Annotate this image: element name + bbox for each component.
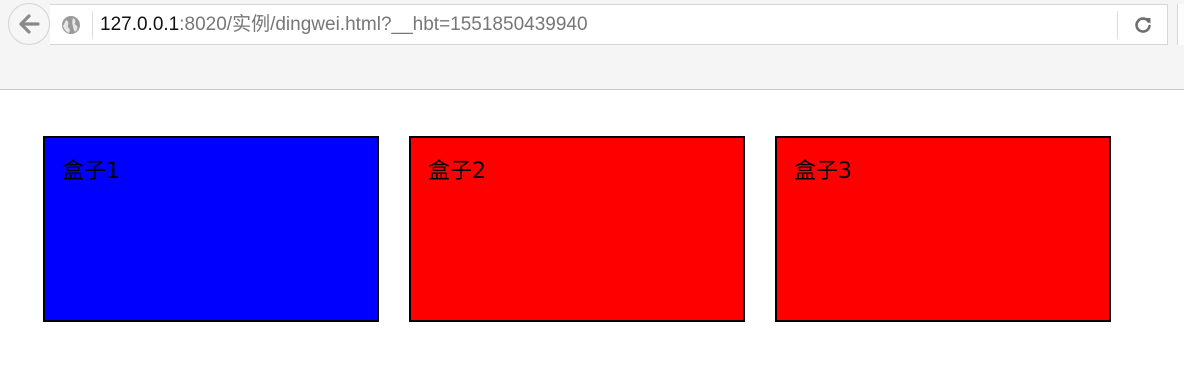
url-text[interactable]: 127.0.0.1:8020/实例/dingwei.html?__hbt=155… [100,13,588,37]
page-content: 盒子1 盒子2 盒子3 [0,90,1184,383]
url-path: :8020/实例/dingwei.html?__hbt=155185043994… [179,14,588,35]
back-button[interactable] [8,3,50,45]
browser-toolbar: 127.0.0.1:8020/实例/dingwei.html?__hbt=155… [0,0,1184,90]
address-bar[interactable]: 127.0.0.1:8020/实例/dingwei.html?__hbt=155… [50,4,1168,45]
box-2-label: 盒子2 [428,159,486,184]
box-1-label: 盒子1 [62,159,120,184]
url-divider [92,11,93,39]
reload-button[interactable] [1130,13,1156,37]
globe-icon [62,16,80,34]
box-2: 盒子2 [409,136,745,322]
box-3: 盒子3 [775,136,1111,322]
reload-divider [1117,11,1118,39]
toolbar-overflow-edge [1177,4,1184,45]
reload-icon [1135,17,1151,33]
back-arrow-icon [19,14,40,34]
url-host: 127.0.0.1 [100,14,180,35]
box-1: 盒子1 [43,136,379,322]
box-3-label: 盒子3 [794,159,852,184]
